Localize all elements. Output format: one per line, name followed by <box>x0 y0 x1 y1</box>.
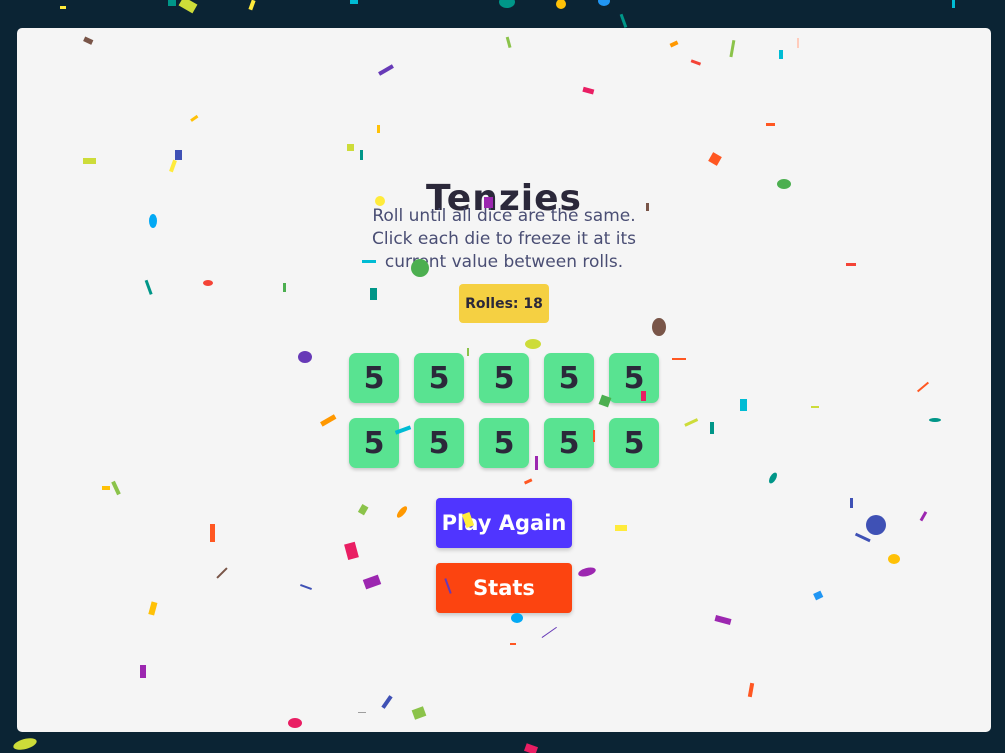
die[interactable]: 5 <box>609 353 659 403</box>
rolls-counter-badge: Rolles: 18 <box>459 284 549 323</box>
die[interactable]: 5 <box>609 418 659 468</box>
die[interactable]: 5 <box>544 418 594 468</box>
die[interactable]: 5 <box>414 418 464 468</box>
play-again-button[interactable]: Play Again <box>436 498 572 548</box>
game-instructions: Roll until all dice are the same. Click … <box>372 206 636 272</box>
die[interactable]: 5 <box>349 353 399 403</box>
die[interactable]: 5 <box>544 353 594 403</box>
die[interactable]: 5 <box>479 418 529 468</box>
die[interactable]: 5 <box>479 353 529 403</box>
stats-button[interactable]: Stats <box>436 563 572 613</box>
die[interactable]: 5 <box>414 353 464 403</box>
game-card: Tenzies Roll until all dice are the same… <box>17 28 991 732</box>
die[interactable]: 5 <box>349 418 399 468</box>
dice-grid: 5 5 5 5 5 5 5 5 5 5 <box>349 353 659 468</box>
